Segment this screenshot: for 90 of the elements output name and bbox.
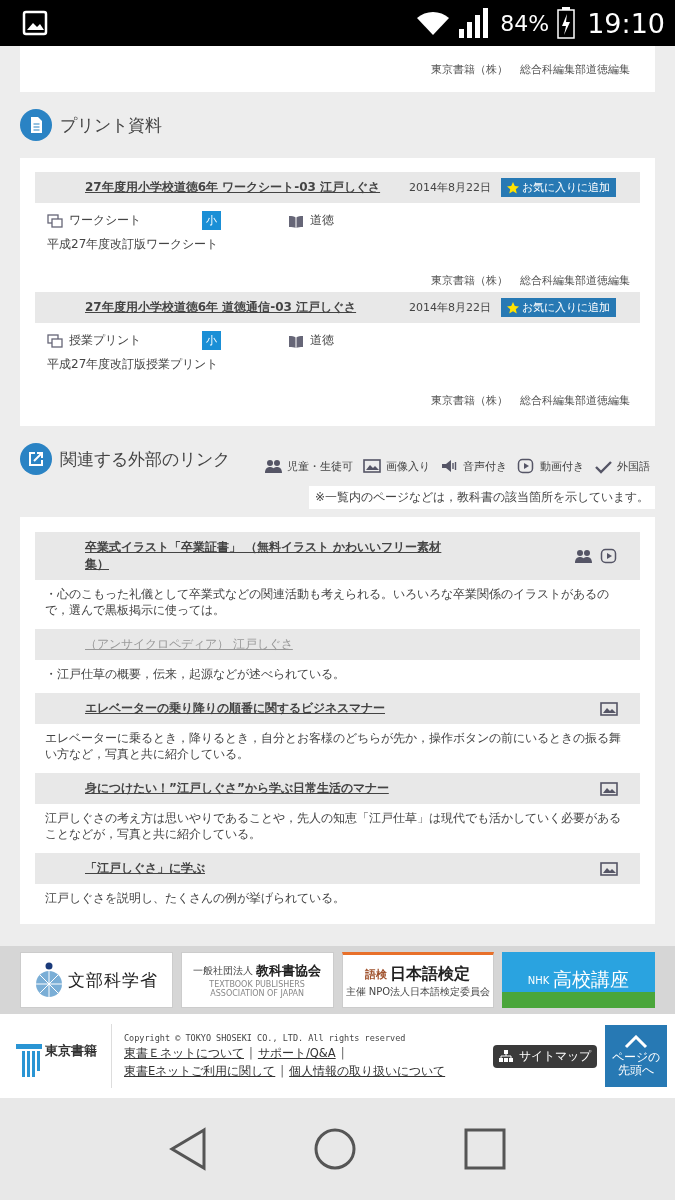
logo-text: NHK [527,974,550,986]
date-text: 2014年8月22日 [409,300,491,315]
legend-label: 外国語 [617,458,650,474]
book-icon [288,333,304,348]
section-title: プリント資料 [60,113,162,137]
type-label: 授業プリント [69,332,141,349]
copy-icon [47,333,63,348]
banner-link[interactable]: 語検 日本語検定 主催 NPO法人日本語検定委員会 [341,952,495,1008]
legend-label: 動画付き [540,458,584,474]
star-icon [507,181,519,194]
banner-link[interactable]: 一般社団法人 教科書協会 TEXTBOOK PUBLISHERS ASSOCIATION OF JAPAN [180,952,334,1008]
banner-link[interactable]: 文部科学省 [20,952,173,1008]
check-icon [594,458,612,474]
subject-label: 道徳 [310,332,334,349]
logo-text: TEXTBOOK PUBLISHERS ASSOCIATION OF JAPAN [208,980,306,998]
separator-text: | [280,1064,285,1079]
emblem-icon [34,962,65,998]
image-icon [600,700,618,717]
footer-link[interactable]: 東書Eネットご利用に関して [124,1064,276,1079]
type-label: ワークシート [69,212,141,229]
separator-text: | [340,1046,345,1061]
logo-text: 一般社団法人 [193,964,254,978]
logo-text: 高校講座 [553,967,630,992]
copy-icon [47,213,63,228]
note-text: ※一覧内のページなどは，教科書の該当箇所を示しています。 [308,486,655,509]
people-icon [264,458,282,474]
back-icon [167,1127,208,1171]
wifi-icon [416,9,451,37]
play-icon [517,458,535,474]
image-icon [600,780,618,797]
section-title: 関連する外部のリンク [60,447,230,471]
battery-charging-icon [557,7,576,39]
play-icon [600,548,618,564]
footer-link[interactable]: 東書Ｅネットについて [124,1046,244,1061]
item-link[interactable]: 27年度用小学校道徳6年 ワークシート-03 江戸しぐさ [85,179,381,196]
copyright-text: Copyright © TOKYO SHOSEKI CO., LTD. All rights reserved [124,1033,407,1043]
logo-text: 主催 NPO法人日本語検定委員会 [345,984,491,999]
star-icon [507,301,519,314]
document-icon [20,109,52,141]
logo-mark-icon [16,1042,42,1078]
image-icon [600,860,618,877]
home-icon [313,1127,358,1171]
battery-percent: 84% [500,10,550,36]
logo-text: 日本語検定 [390,963,471,985]
item-link[interactable]: 身につけたい！”江戸しぐさ”から学ぶ日常生活のマナー [85,780,389,797]
publisher-text: 東京書籍（株） [431,62,508,77]
clock: 19:10 [587,7,665,39]
favorite-button[interactable]: お気に入りに追加 [501,298,616,317]
footer-link[interactable]: サポート/Q&A [257,1046,336,1061]
footer-link[interactable]: 個人情報の取り扱いについて [289,1064,446,1079]
legend-label: 音声付き [463,458,507,474]
gallery-icon [22,10,48,36]
logo-text: 語検 [365,966,388,982]
editor-text: 総合科編集部道徳編集 [520,393,630,408]
favorite-button[interactable]: お気に入りに追加 [501,178,616,197]
chevron-up-icon [624,1035,648,1049]
external-link-icon [20,443,52,475]
people-icon [574,548,592,564]
description-text: エレベーターに乗るとき，降りるとき，自分とお客様のどちらが先か，操作ボタンの前にいるときの振る舞い方など，写真と共に紹介している。 [45,730,622,762]
separator-text: | [249,1046,253,1061]
item-link[interactable]: 27年度用小学校道徳6年 道徳通信-03 江戸しぐさ [85,299,357,316]
editor-text: 総合科編集部道徳編集 [520,62,630,77]
editor-text: 総合科編集部道徳編集 [520,273,630,288]
description-text: ・江戸仕草の概要，伝来，起源などが述べられている。 [45,666,346,682]
publisher-text: 東京書籍（株） [431,393,508,408]
note-text: 平成27年度改訂版授業プリント [46,356,220,373]
note-text: 平成27年度改訂版ワークシート [46,236,220,253]
description-text: 江戸しぐさを説明し、たくさんの例が挙げられている。 [45,890,346,906]
description-text: ・心のこもった礼儀として卒業式などの関連活動も考えられる。いろいろな卒業関係のイラストがあるので，選んで黒板掲示に使っては。 [45,586,610,618]
description-text: 江戸しぐさの考え方は思いやりであることや，先人の知恵「江戸仕草」は現代でも活かしていく必要があることなどが，写真と共に紹介している。 [45,810,622,842]
grade-badge: 小 [202,211,221,230]
grade-badge: 小 [202,331,221,350]
sitemap-button[interactable]: サイトマップ [493,1044,597,1068]
subject-label: 道徳 [310,212,334,229]
legend-label: 児童・生徒可 [287,458,353,474]
legend-label: 画像入り [386,458,430,474]
recents-icon [463,1127,508,1171]
logo-text: 東京書籍 [45,1042,97,1060]
item-link[interactable]: エレベーターの乗り降りの順番に関するビジネスマナー [85,700,385,717]
item-link[interactable]: 「江戸しぐさ」に学ぶ [85,860,205,877]
image-icon [363,458,381,474]
book-icon [288,213,304,228]
date-text: 2014年8月22日 [409,180,491,195]
item-link[interactable]: 卒業式イラスト「卒業証書」 （無料イラスト かわいいフリー素材集） [85,539,465,573]
speaker-icon [440,458,458,474]
page-top-button[interactable]: ページの先頭へ [605,1025,667,1087]
logo-text: 文部科学省 [68,968,159,992]
logo-text: 教科書協会 [256,962,322,980]
sitemap-icon [499,1050,513,1062]
publisher-text: 東京書籍（株） [431,273,508,288]
